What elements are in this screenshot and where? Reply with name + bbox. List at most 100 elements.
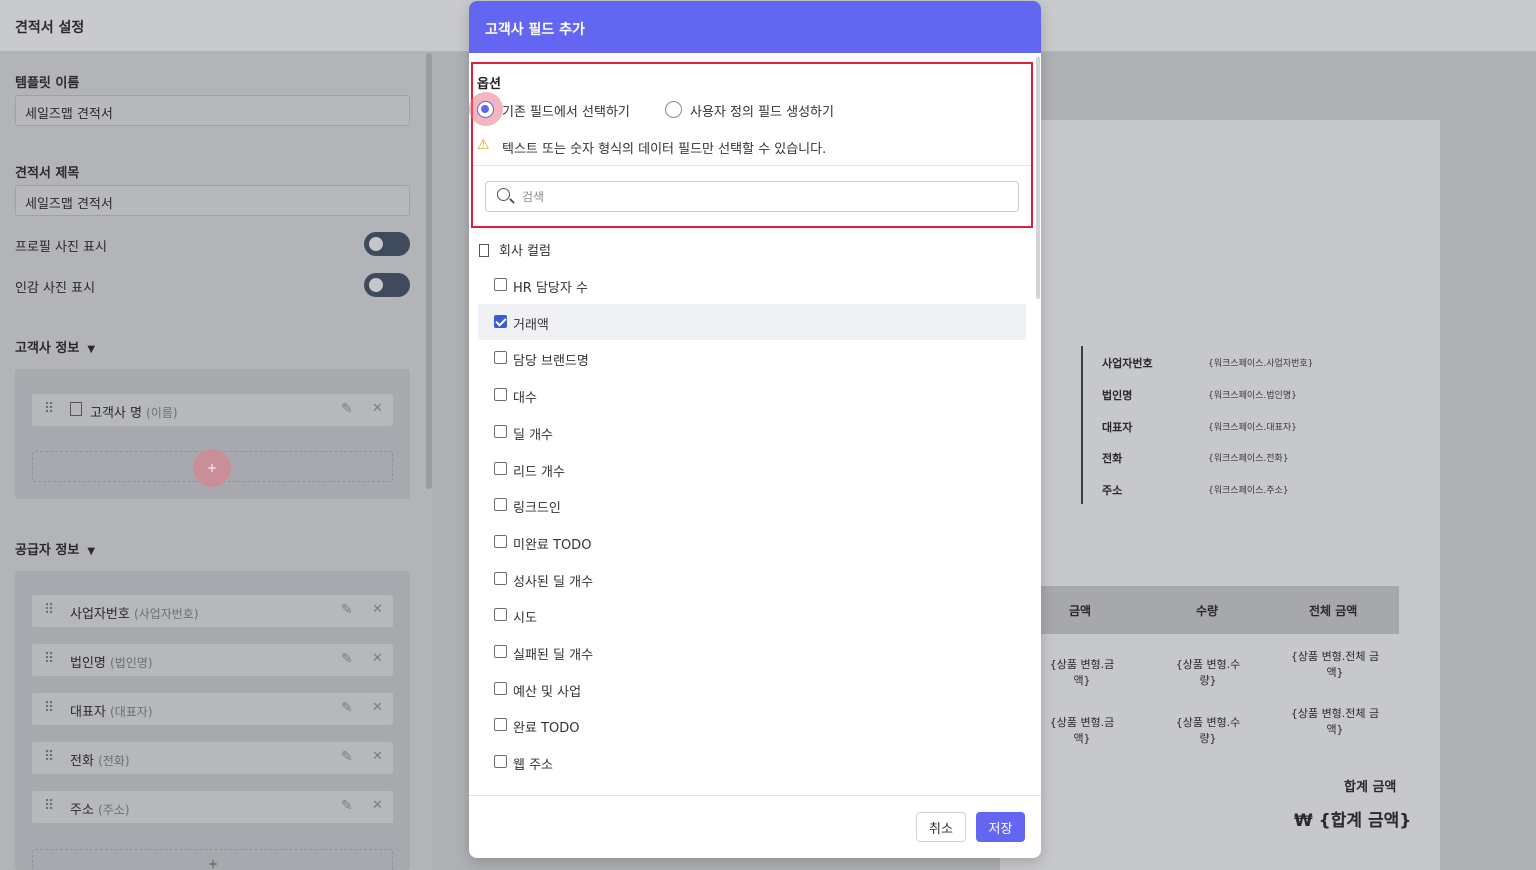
field-option-label[interactable]: 웹 주소 [513,754,553,773]
close-icon[interactable]: ✕ [372,401,383,416]
field-option-label[interactable]: 완료 TODO [513,717,579,736]
field-checkbox[interactable] [494,608,507,622]
drag-handle-icon[interactable]: ⠿ [44,401,54,417]
field-checkbox[interactable] [494,645,507,658]
quote-title-input[interactable]: 세일즈맵 견적서 [15,185,410,216]
field-label: 법인명 [70,656,106,671]
preview-total-label: 합계 금액 [1344,780,1397,795]
search-input[interactable] [522,188,1002,206]
field-sublabel: (이름) [146,406,178,420]
profile-photo-label: 프로필 사진 표시 [15,240,107,255]
field-option[interactable]: 딜 개수 [478,414,1026,450]
drag-handle-icon[interactable]: ⠿ [44,700,54,716]
close-icon[interactable]: ✕ [372,651,383,666]
preview-cell: {상품 변형.금액} [1049,658,1115,687]
drag-handle-icon[interactable]: ⠿ [44,749,54,765]
field-option-label[interactable]: 담당 브랜드명 [513,350,589,369]
profile-photo-toggle[interactable] [364,232,410,256]
field-option[interactable]: 성사된 딜 개수 [478,561,1026,597]
pencil-icon[interactable]: ✎ [341,401,353,417]
close-icon[interactable]: ✕ [372,700,383,715]
field-checkbox[interactable] [494,498,507,512]
field-checkbox[interactable] [494,718,507,732]
field-option-label[interactable]: 실패된 딜 개수 [513,644,593,663]
close-icon[interactable]: ✕ [372,798,383,813]
field-option[interactable]: 리드 개수 [478,451,1026,487]
template-name-input[interactable]: 세일즈맵 견적서 [15,95,410,126]
field-option[interactable]: 미완료 TODO [478,524,1026,560]
sidebar-scrollbar[interactable] [426,53,432,489]
field-option-label[interactable]: HR 담당자 수 [513,277,588,296]
close-icon[interactable]: ✕ [372,749,383,764]
pencil-icon[interactable]: ✎ [341,651,353,667]
drag-handle-icon[interactable]: ⠿ [44,651,54,667]
customer-section-header[interactable]: 고객사 정보 ▼ [15,337,95,356]
pencil-icon[interactable]: ✎ [341,798,353,814]
field-option-label[interactable]: 거래액 [513,314,549,333]
field-checkbox[interactable] [494,351,507,365]
quote-title-label: 견적서 제목 [15,166,80,181]
field-option-label[interactable]: 리드 개수 [513,461,565,480]
preview-cell: {상품 변형.금액} [1049,716,1115,745]
supplier-section-header[interactable]: 공급자 정보 ▼ [15,539,95,558]
radio-existing-field[interactable] [477,101,494,118]
drag-handle-icon[interactable]: ⠿ [44,798,54,814]
field-option[interactable]: 링크드인 [478,487,1026,523]
radio-custom-field[interactable] [665,101,682,118]
supplier-add-button[interactable]: + [208,857,218,870]
field-checkbox[interactable] [494,461,507,475]
supplier-field-row[interactable]: ⠿ 전화 (전화) ✎ ✕ [32,742,393,774]
customer-add-button[interactable]: + [193,449,231,487]
field-option[interactable]: 대수 [478,377,1026,413]
customer-section-label: 고객사 정보 [15,341,80,356]
field-option[interactable]: HR 담당자 수 [478,267,1026,303]
field-checkbox[interactable] [494,278,507,291]
field-option-label[interactable]: 대수 [513,387,537,406]
pencil-icon[interactable]: ✎ [341,700,353,716]
field-sublabel: (주소) [98,803,130,817]
field-option[interactable]: 담당 브랜드명 [478,340,1026,376]
field-checkbox[interactable] [494,681,507,695]
search-box[interactable] [485,181,1019,212]
preview-col-total: 전체 금액 [1309,604,1358,618]
pencil-icon[interactable]: ✎ [341,749,353,765]
supplier-field-row[interactable]: ⠿ 사업자번호 (사업자번호) ✎ ✕ [32,595,393,627]
field-checkbox[interactable] [494,314,507,328]
field-option-label[interactable]: 예산 및 사업 [513,681,581,700]
field-option-label[interactable]: 딜 개수 [513,424,553,443]
field-label: 고객사 명 [90,406,142,421]
field-option-label[interactable]: 미완료 TODO [513,534,591,553]
supplier-field-row[interactable]: ⠿ 법인명 (법인명) ✎ ✕ [32,644,393,676]
supplier-field-row[interactable]: ⠿ 주소 (주소) ✎ ✕ [32,791,393,823]
seal-photo-toggle[interactable] [364,273,410,297]
drag-handle-icon[interactable]: ⠿ [44,602,54,618]
preview-cell: {상품 변형.수량} [1175,658,1241,687]
radio-custom-label[interactable]: 사용자 정의 필드 생성하기 [690,101,834,120]
supplier-field-row[interactable]: ⠿ 대표자 (대표자) ✎ ✕ [32,693,393,725]
supplier-info-divider [1081,346,1083,504]
field-option[interactable]: 완료 TODO [478,707,1026,743]
field-option[interactable]: 웹 주소 [478,744,1026,780]
radio-existing-label[interactable]: 기존 필드에서 선택하기 [502,101,630,120]
triangle-down-icon: ▼ [87,344,96,355]
field-option[interactable]: 실패된 딜 개수 [478,634,1026,670]
field-option-label[interactable]: 링크드인 [513,497,561,516]
save-button[interactable]: 저장 [976,812,1025,842]
field-option[interactable]: 거래액 [478,303,1026,340]
pencil-icon[interactable]: ✎ [341,602,353,618]
customer-field-row[interactable]: ⠿ 고객사 명 (이름) ✎ ✕ [32,394,393,426]
close-icon[interactable]: ✕ [372,602,383,617]
field-option-label[interactable]: 성사된 딜 개수 [513,571,593,590]
field-option[interactable]: 시도 [478,597,1026,633]
field-option[interactable]: 예산 및 사업 [478,671,1026,707]
cancel-button[interactable]: 취소 [916,812,966,842]
field-checkbox[interactable] [494,424,507,438]
field-checkbox[interactable] [494,388,507,402]
field-sublabel: (전화) [98,754,130,768]
field-option-label[interactable]: 시도 [513,607,537,626]
dialog-scrollbar[interactable] [1036,57,1040,299]
footer-divider [469,795,1041,796]
field-checkbox[interactable] [494,571,507,585]
field-checkbox[interactable] [494,534,507,548]
field-checkbox[interactable] [494,755,507,769]
